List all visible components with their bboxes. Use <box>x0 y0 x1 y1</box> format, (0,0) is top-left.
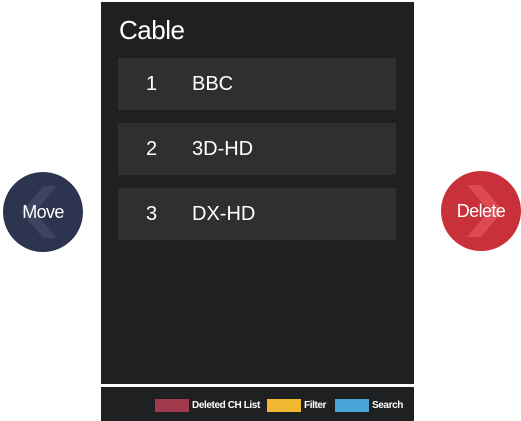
channel-row[interactable]: 1 BBC <box>118 58 396 110</box>
channel-row[interactable]: 2 3D-HD <box>118 123 396 175</box>
delete-button-label: Delete <box>456 201 506 221</box>
channel-number: 1 <box>146 73 158 95</box>
panel-title: Cable <box>119 15 185 45</box>
channel-edit-screen: Move Cable 1 BBC 2 3D-HD 3 DX-HD Deleted… <box>0 0 521 421</box>
channel-list-panel: Cable 1 BBC 2 3D-HD 3 DX-HD <box>101 2 414 384</box>
color-key-footer: Deleted CH List Filter Search <box>101 387 414 421</box>
channel-number: 3 <box>146 203 158 225</box>
delete-button[interactable]: Delete <box>441 171 521 251</box>
channel-name: 3D-HD <box>192 138 254 160</box>
legend-deleted-ch-list[interactable]: Deleted CH List <box>155 399 260 412</box>
blue-key-swatch <box>335 399 369 412</box>
channel-name: DX-HD <box>192 203 256 225</box>
legend-label: Filter <box>304 400 327 411</box>
red-key-swatch <box>155 399 189 412</box>
yellow-key-swatch <box>267 399 301 412</box>
legend-label: Search <box>372 400 403 411</box>
legend-search[interactable]: Search <box>335 399 403 412</box>
channel-row[interactable]: 3 DX-HD <box>118 188 396 240</box>
move-button[interactable]: Move <box>3 172 83 252</box>
move-button-label: Move <box>22 202 64 222</box>
channel-list: 1 BBC 2 3D-HD 3 DX-HD <box>118 58 396 253</box>
legend-filter[interactable]: Filter <box>267 399 326 412</box>
channel-name: BBC <box>192 73 234 95</box>
legend-label: Deleted CH List <box>192 400 260 411</box>
channel-number: 2 <box>146 138 158 160</box>
